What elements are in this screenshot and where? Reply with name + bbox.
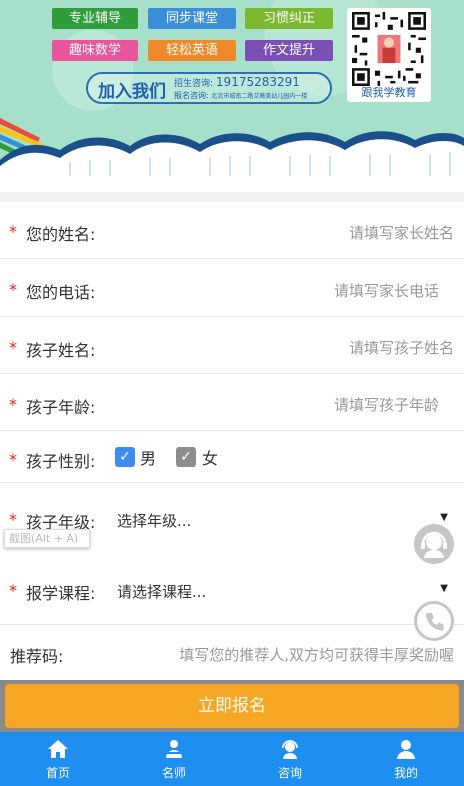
- course-row: * 报学课程: 请选择课程... ▼: [0, 553, 464, 625]
- cloud-border: [0, 131, 464, 176]
- signup-line: 报名咨询: 北流市城南二路艾薇美幼儿园内一楼: [174, 90, 307, 101]
- qr-code-card: 跟我学教育: [347, 8, 431, 102]
- enroll-label: 招生咨询:: [174, 79, 214, 89]
- referral-input[interactable]: 填写您的推荐人,双方均可获得丰厚奖励喔: [179, 644, 454, 665]
- female-checkbox[interactable]: ✓: [176, 447, 196, 467]
- phone-call-button[interactable]: [414, 601, 454, 641]
- tab-home[interactable]: 首页: [0, 732, 116, 786]
- referral-row: 推荐码: 填写您的推荐人,双方均可获得丰厚奖励喔: [0, 625, 464, 680]
- enroll-phone: 19175283291: [215, 75, 300, 89]
- section-divider: [0, 192, 464, 202]
- submit-button[interactable]: 立即报名: [5, 684, 459, 728]
- parent-phone-row: * 您的电话: 请填写家长电话: [0, 259, 464, 317]
- tag-easy-english: 轻松英语: [148, 40, 236, 61]
- female-label: 女: [202, 449, 219, 468]
- customer-service-button[interactable]: [414, 524, 454, 564]
- tag-sync-class: 同步课堂: [148, 8, 236, 29]
- required-mark: *: [9, 280, 17, 299]
- tab-consult-label: 咨询: [277, 766, 302, 780]
- referral-label: 推荐码:: [10, 647, 64, 666]
- enroll-line: 招生咨询: 19175283291: [174, 75, 300, 89]
- course-label: 报学课程:: [26, 584, 96, 603]
- tag-professional-tutoring: 专业辅导: [52, 8, 138, 29]
- parent-phone-label: 您的电话:: [26, 283, 96, 302]
- tab-mine-label: 我的: [393, 766, 418, 780]
- required-mark: *: [9, 581, 17, 600]
- child-name-label: 孩子姓名:: [26, 341, 96, 360]
- parent-name-row: * 您的姓名: 请填写家长姓名: [0, 202, 464, 259]
- tab-home-label: 首页: [45, 766, 70, 780]
- home-icon: [48, 740, 68, 758]
- headset-icon: [282, 740, 298, 759]
- tab-consult[interactable]: 咨询: [232, 732, 348, 786]
- qr-code-icon: [352, 12, 426, 86]
- male-label: 男: [140, 449, 157, 468]
- course-select[interactable]: 请选择课程...: [117, 581, 206, 602]
- parent-name-label: 您的姓名:: [26, 225, 96, 244]
- male-checkbox[interactable]: ✓: [115, 447, 135, 467]
- tag-fun-math: 趣味数学: [52, 40, 138, 61]
- header-banner: 专业辅导 同步课堂 习惯纠正 趣味数学 轻松英语 作文提升 加入我们 招生咨询:…: [0, 0, 464, 176]
- child-gender-label: 孩子性别:: [26, 452, 96, 471]
- teacher-icon: [166, 740, 182, 758]
- grade-select[interactable]: 选择年级...: [117, 510, 191, 531]
- chevron-down-icon[interactable]: ▼: [440, 583, 448, 594]
- child-gender-row: * 孩子性别: ✓ 男 ✓ 女: [0, 431, 464, 483]
- bottom-tab-bar: 首页 名师 咨询 我的: [0, 732, 464, 786]
- tag-habit-correction: 习惯纠正: [245, 8, 333, 29]
- required-mark: *: [9, 510, 17, 529]
- screenshot-tooltip: 截图(Alt + A): [4, 529, 90, 548]
- required-mark: *: [9, 450, 17, 469]
- phone-icon: [426, 613, 444, 631]
- join-us-box: 加入我们 招生咨询: 19175283291 报名咨询: 北流市城南二路艾薇美幼…: [86, 72, 332, 104]
- child-age-label: 孩子年龄:: [26, 398, 96, 417]
- child-name-row: * 孩子姓名: 请填写孩子姓名: [0, 317, 464, 374]
- child-age-row: * 孩子年龄: 请填写孩子年龄: [0, 374, 464, 431]
- user-icon: [397, 740, 415, 759]
- required-mark: *: [9, 338, 17, 357]
- headset-icon: [421, 531, 447, 558]
- required-mark: *: [9, 222, 17, 241]
- parent-name-input[interactable]: 请填写家长姓名: [349, 222, 454, 243]
- signup-label: 报名咨询:: [174, 91, 209, 100]
- tab-teachers-label: 名师: [161, 766, 186, 780]
- signup-address: 北流市城南二路艾薇美幼儿园内一楼: [211, 93, 308, 100]
- tab-mine[interactable]: 我的: [348, 732, 464, 786]
- required-mark: *: [9, 395, 17, 414]
- tab-teachers[interactable]: 名师: [116, 732, 232, 786]
- child-name-input[interactable]: 请填写孩子姓名: [349, 337, 454, 358]
- tag-writing: 作文提升: [245, 40, 333, 61]
- child-age-input[interactable]: 请填写孩子年龄: [334, 394, 439, 415]
- chevron-down-icon[interactable]: ▼: [440, 512, 448, 523]
- qr-label: 跟我学教育: [361, 86, 417, 99]
- join-title: 加入我们: [98, 82, 166, 102]
- parent-phone-input[interactable]: 请填写家长电话: [334, 280, 439, 301]
